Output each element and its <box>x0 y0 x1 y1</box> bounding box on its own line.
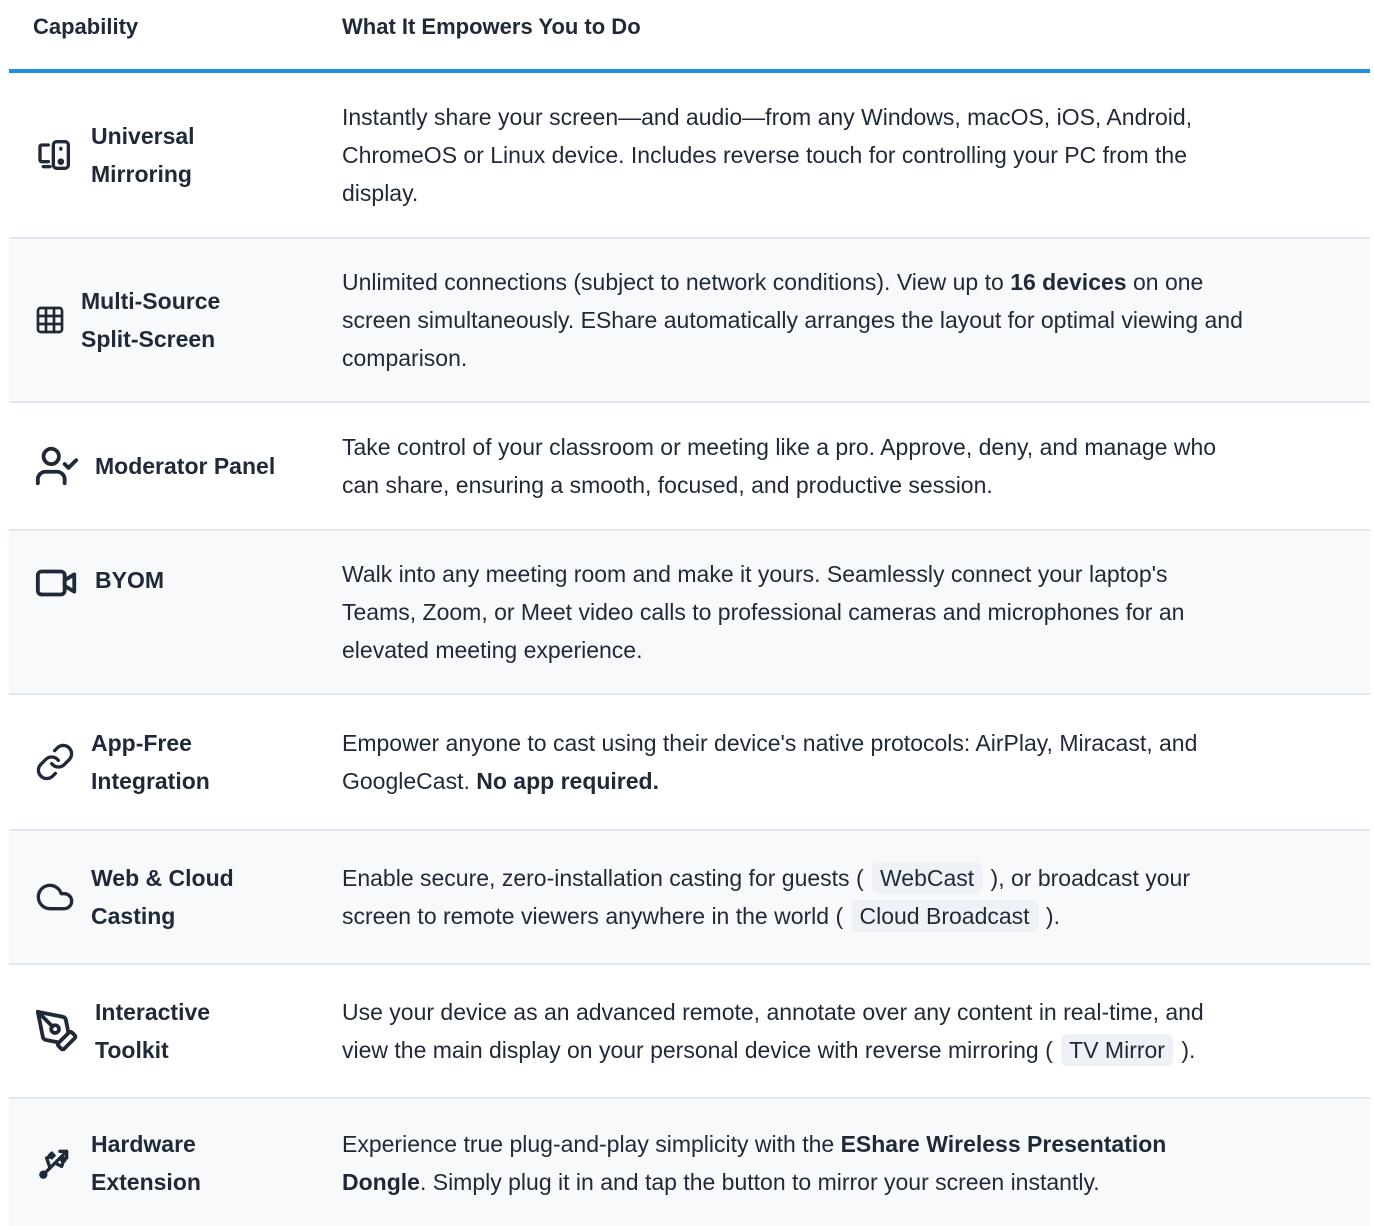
pen-tool-icon <box>33 1009 81 1053</box>
capability-cell: Hardware Extension <box>9 1099 342 1226</box>
capability-name: Interactive Toolkit <box>95 999 211 1063</box>
capability-cell: Moderator Panel <box>9 403 342 529</box>
table-row: Multi-Source Split-Screen Unlimited conn… <box>9 239 1370 403</box>
tv-mirror-tag: TV Mirror <box>1061 1034 1173 1066</box>
description-cell: Take control of your classroom or meetin… <box>342 434 1217 498</box>
table-row: Web & Cloud Casting Enable secure, zero-… <box>9 831 1370 965</box>
usb-icon <box>33 1141 77 1185</box>
devices-icon <box>33 133 77 177</box>
header-capability: Capability <box>33 14 139 39</box>
capabilities-table: Capability What It Empowers You to Do Un… <box>9 0 1370 1226</box>
table-row: Interactive Toolkit Use your device as a… <box>9 965 1370 1099</box>
description-cell: Walk into any meeting room and make it y… <box>342 561 1185 663</box>
description-cell: Use your device as an advanced remote, a… <box>342 965 1370 1097</box>
description-cell: Experience true plug-and-play simplicity… <box>342 1130 1167 1195</box>
grid-icon <box>33 298 67 342</box>
capability-name: Multi-Source Split-Screen <box>81 288 221 352</box>
capability-name: Hardware Extension <box>91 1130 201 1195</box>
capability-name: Moderator Panel <box>95 453 276 479</box>
description-cell: Enable secure, zero-installation casting… <box>342 831 1370 963</box>
capability-name: BYOM <box>95 567 164 593</box>
table-row: Universal Mirroring Instantly share your… <box>9 73 1370 239</box>
capability-cell: App-Free Integration <box>9 695 342 829</box>
table-row: App-Free Integration Empower anyone to c… <box>9 695 1370 831</box>
capability-name: Universal Mirroring <box>91 123 195 187</box>
webcast-tag: WebCast <box>872 862 983 894</box>
description-cell: Unlimited connections (subject to networ… <box>342 269 1243 371</box>
link-icon <box>33 740 77 784</box>
cloud-broadcast-tag: Cloud Broadcast <box>851 900 1038 932</box>
video-camera-icon <box>33 561 81 605</box>
capability-cell: Interactive Toolkit <box>9 965 342 1097</box>
table-row: BYOM Walk into any meeting room and make… <box>9 531 1370 695</box>
cloud-icon <box>33 875 77 919</box>
capability-cell: Web & Cloud Casting <box>9 831 342 963</box>
table-row: Hardware Extension Experience true plug-… <box>9 1099 1370 1226</box>
description-cell: Empower anyone to cast using their devic… <box>342 730 1198 794</box>
capability-cell: Multi-Source Split-Screen <box>9 239 342 401</box>
table-header: Capability What It Empowers You to Do <box>9 0 1370 73</box>
description-cell: Instantly share your screen—and audio—fr… <box>342 104 1193 206</box>
header-description: What It Empowers You to Do <box>342 14 641 39</box>
user-check-icon <box>33 444 81 488</box>
capability-cell: Universal Mirroring <box>9 73 342 237</box>
capability-name: App-Free Integration <box>91 730 210 794</box>
table-row: Moderator Panel Take control of your cla… <box>9 403 1370 531</box>
capability-cell: BYOM <box>9 531 342 693</box>
capability-name: Web & Cloud Casting <box>91 865 234 929</box>
